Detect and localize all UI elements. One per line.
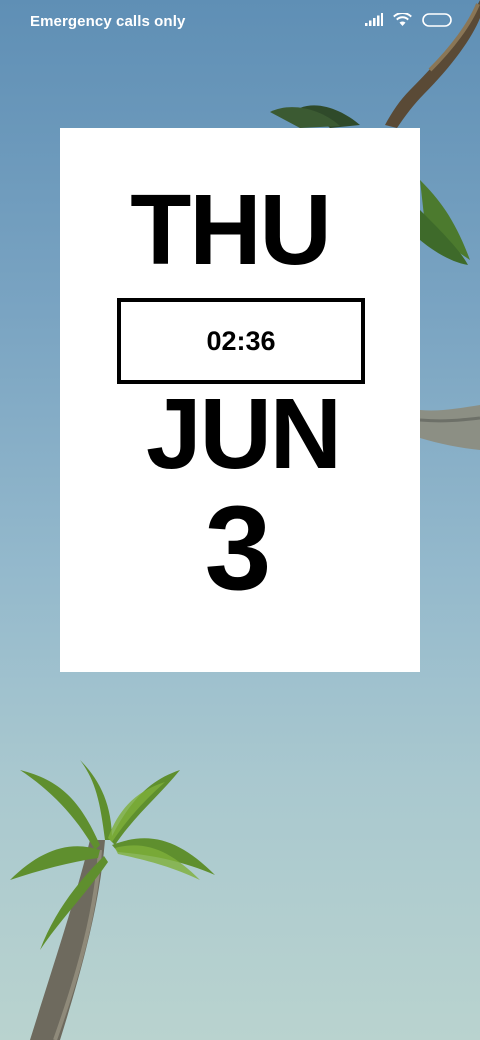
day-of-week-text: THU bbox=[130, 174, 332, 286]
time-text: 02:36 bbox=[206, 325, 276, 356]
date-text: 3 bbox=[204, 481, 272, 615]
status-icons bbox=[365, 11, 452, 32]
month-text: JUN bbox=[145, 378, 342, 490]
wifi-icon bbox=[393, 11, 412, 32]
time-box: 02:36 bbox=[117, 298, 365, 384]
carrier-text: Emergency calls only bbox=[30, 13, 186, 30]
battery-icon bbox=[422, 12, 452, 32]
signal-icon bbox=[365, 13, 383, 31]
status-bar: Emergency calls only bbox=[0, 0, 480, 44]
